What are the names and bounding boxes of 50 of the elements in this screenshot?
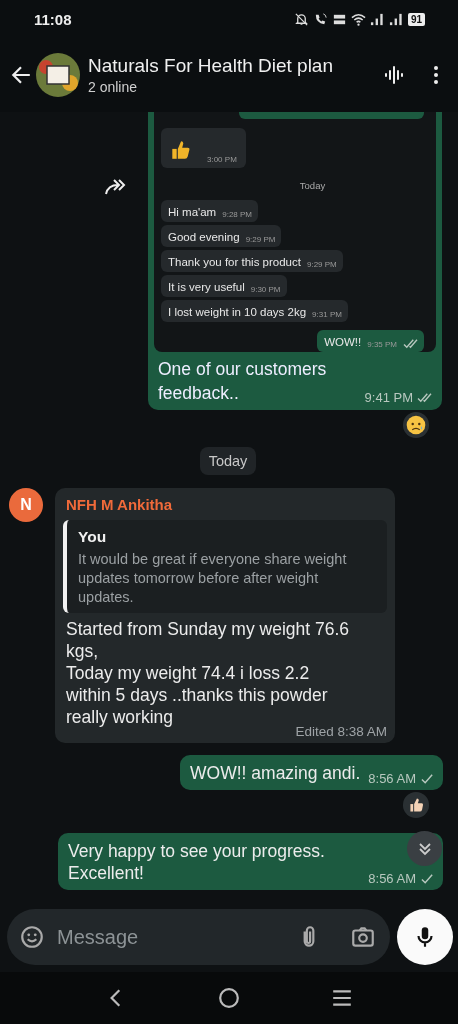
signal-icon [369, 11, 385, 27]
message-time: 9:30 PM [250, 285, 281, 295]
message-time: Edited 8:38 AM [295, 724, 387, 739]
group-avatar[interactable] [36, 53, 80, 97]
message-text: It is very useful [168, 280, 245, 295]
thumbs-up-icon [169, 138, 191, 161]
double-chevron-down-icon [416, 840, 433, 857]
image-message[interactable] [148, 112, 442, 410]
message-field[interactable]: Message [55, 924, 286, 950]
camera-icon[interactable] [350, 924, 376, 950]
sender-name[interactable]: NFH M Ankitha [63, 495, 387, 515]
date-label: Today [199, 447, 257, 475]
message-time: 9:28 PM [222, 210, 252, 220]
battery-level: 91 [407, 12, 425, 26]
message-text: Thank you for this product [168, 255, 301, 270]
message-text: Good evening [168, 230, 240, 245]
quote-author: You [78, 527, 108, 547]
message-composer[interactable]: Message [7, 909, 390, 965]
caption-text: One of our customers feedback.. [158, 358, 328, 405]
date-label: Today [299, 180, 326, 191]
message-time: 8:56 AM [368, 870, 416, 886]
online-count: 2 online [88, 78, 139, 96]
muted-bell-icon [293, 11, 309, 27]
back-arrow-icon[interactable] [10, 64, 32, 86]
message-text: WOW!! [324, 335, 362, 350]
menu-icon[interactable] [330, 987, 353, 1009]
sticker-icon[interactable] [19, 924, 45, 950]
signal-icon [388, 11, 404, 27]
message-text: WOW!! amazing andi. [190, 762, 361, 785]
voice-chat-icon[interactable] [382, 63, 406, 87]
status-time: 11:08 [34, 10, 72, 28]
message-text: Hi ma'am [168, 205, 217, 220]
message-time: 9:29 PM [306, 260, 337, 270]
quoted-message[interactable]: You It would be great if everyone share weight updates tomorrow before after weight updates. [63, 520, 387, 613]
home-icon[interactable] [218, 987, 240, 1009]
wifi-icon [350, 11, 366, 27]
message-text: Started from Sunday my weight 76.6 kgs, Today my weight 74.4 i loss 2.2 within 5 days ..thanks this powder really working [65, 618, 351, 727]
message-text: Very happy to see your progress. Excellent! [68, 839, 326, 885]
message-time: 8:56 AM [368, 770, 416, 786]
voice-record-button[interactable] [397, 909, 453, 965]
thumbs-up-icon[interactable] [402, 790, 430, 819]
sad-face-icon[interactable] [402, 411, 430, 439]
message-time: 9:41 PM [364, 390, 413, 405]
message-time: 9:31 PM [312, 310, 342, 320]
chat-title[interactable]: Naturals For Health Diet plan [88, 54, 370, 78]
message-text: I lost weight in 10 days 2kg [168, 305, 307, 320]
message-time: 9:35 PM [367, 340, 397, 350]
message-time: 3:00 PM [207, 155, 237, 165]
quote-text: It would be great if everyone share weight updates tomorrow before after weight updates. [78, 550, 348, 607]
message-time: 9:29 PM [245, 235, 276, 245]
